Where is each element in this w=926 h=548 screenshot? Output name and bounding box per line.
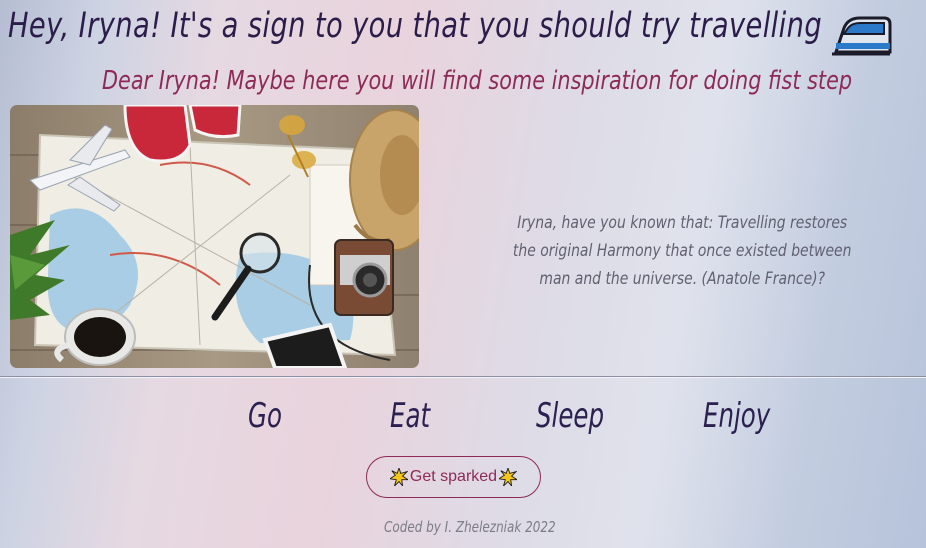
get-sparked-label: Get sparked	[409, 468, 498, 485]
high-speed-train-icon	[832, 16, 892, 56]
page-subtitle: Dear Iryna! Maybe here you will find som…	[102, 66, 853, 96]
nav-item-eat[interactable]: Eat	[390, 396, 430, 436]
section-divider	[0, 376, 926, 378]
nav-item-sleep[interactable]: Sleep	[536, 396, 604, 436]
footer-credit: Coded by I. Zhelezniak 2022	[384, 518, 556, 536]
travel-flatlay-photo	[10, 105, 419, 368]
get-sparked-button[interactable]: Get sparked	[366, 456, 541, 498]
straw-hat-icon	[349, 109, 419, 251]
travel-quote: Iryna, have you known that: Travelling r…	[512, 213, 852, 289]
page-title: Hey, Iryna! It's a sign to you that you …	[8, 6, 823, 46]
sparkle-icon	[389, 468, 408, 486]
sparkle-icon	[499, 468, 518, 486]
nav-item-enjoy[interactable]: Enjoy	[703, 396, 770, 436]
nav-item-go[interactable]: Go	[248, 396, 282, 436]
